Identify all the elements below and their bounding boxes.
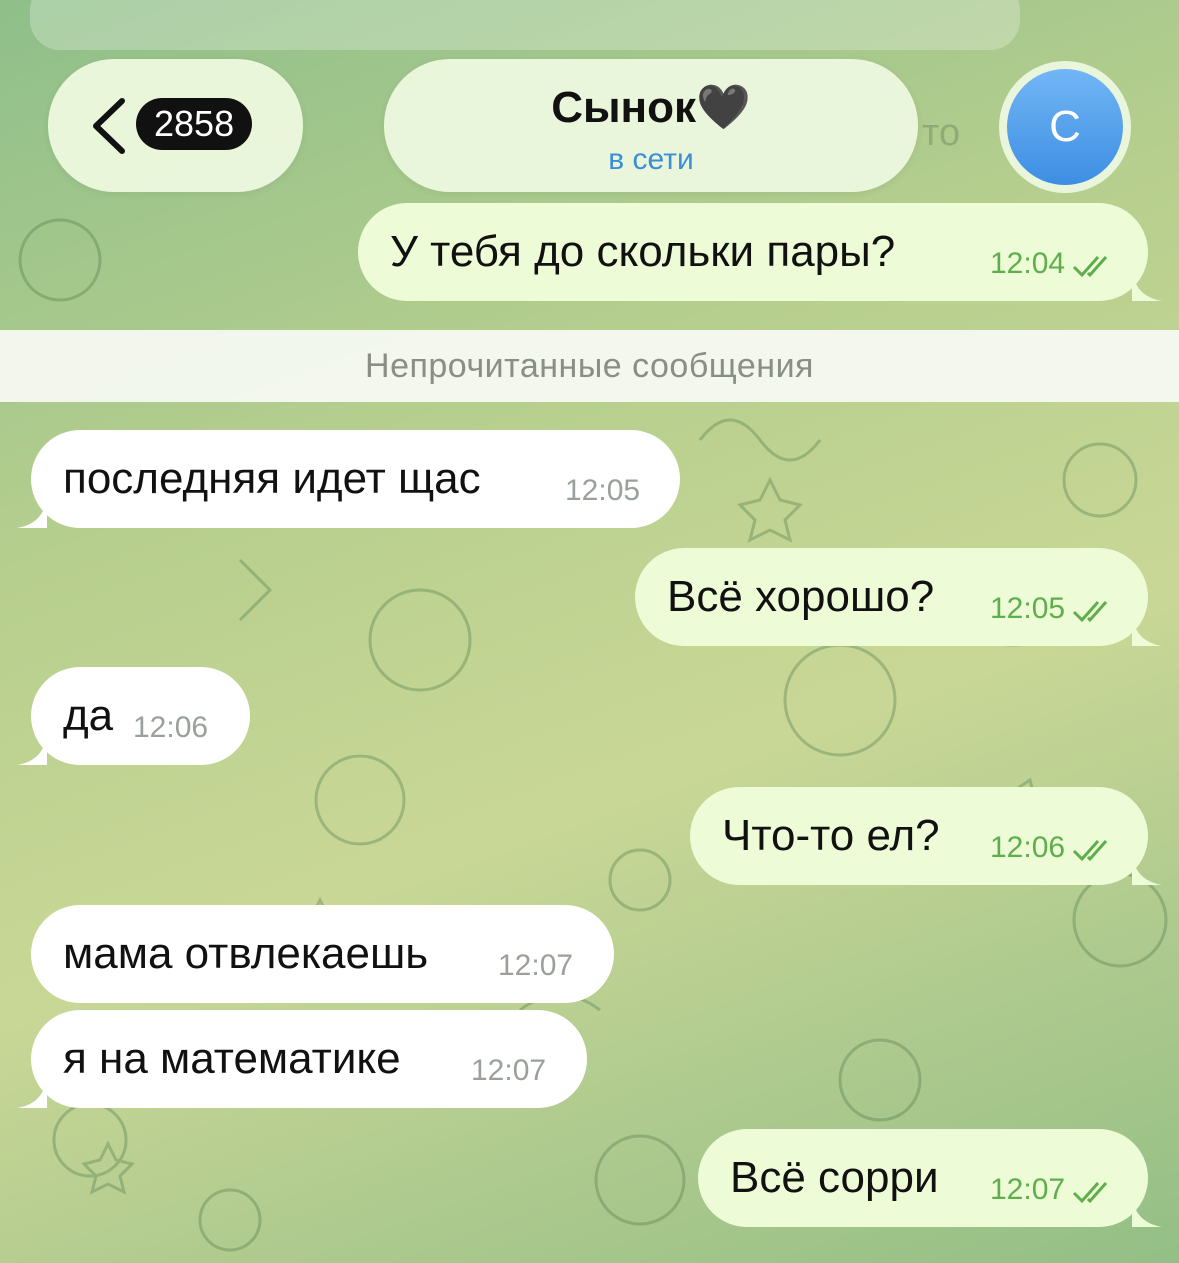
message-time: 12:06 [990, 831, 1066, 864]
chat-title: Сынок🖤 [551, 83, 751, 132]
message-time: 12:04 [990, 247, 1066, 280]
message-time: 12:07 [990, 1173, 1066, 1206]
message-time: 12:07 [498, 949, 574, 982]
message-bubble-outgoing[interactable]: Что-то ел? 12:06 [690, 787, 1162, 885]
online-status: в сети [608, 143, 694, 176]
double-check-icon [1072, 601, 1108, 623]
message-bubble-incoming[interactable]: я на математике 12:07 [17, 1010, 587, 1108]
bubble-tail [17, 735, 47, 765]
chevron-left-icon [93, 98, 125, 154]
back-button[interactable]: 2858 [48, 59, 303, 192]
double-check-icon [1072, 256, 1108, 278]
message-text: последняя идет щас [63, 454, 481, 503]
message-bubble-incoming[interactable]: мама отвлекаешь 12:07 [31, 905, 614, 1003]
message-text: мама отвлекаешь [63, 929, 429, 978]
message-text: У тебя до скольки пары? [390, 227, 896, 276]
bubble-tail [1132, 271, 1162, 301]
avatar: C [1007, 69, 1123, 185]
message-bubble-outgoing[interactable]: Всё хорошо? 12:05 [635, 548, 1162, 646]
message-text: Всё сорри [730, 1153, 939, 1202]
bubble-tail [1132, 616, 1162, 646]
message-bubble-outgoing[interactable]: У тебя до скольки пары? 12:04 [358, 203, 1162, 301]
message-text: я на математике [63, 1034, 401, 1083]
bubble-tail [17, 498, 47, 528]
message-time: 12:05 [565, 474, 641, 507]
bubble-tail [1132, 855, 1162, 885]
chat-header[interactable]: Сынок🖤 в сети [384, 59, 918, 192]
contact-avatar[interactable]: C [999, 61, 1131, 193]
unread-count-badge: 2858 [136, 98, 253, 150]
previous-message-ghost [30, 0, 1020, 50]
bubble-tail [1132, 1197, 1162, 1227]
message-bubble-incoming[interactable]: да 12:06 [17, 667, 250, 765]
message-text: Всё хорошо? [667, 572, 935, 621]
bubble-tail [17, 1078, 47, 1108]
double-check-icon [1072, 1182, 1108, 1204]
message-text: да [63, 691, 114, 740]
behind-header-text: то [922, 112, 961, 154]
double-check-icon [1072, 840, 1108, 862]
unread-messages-divider: Непрочитанные сообщения [0, 330, 1179, 402]
message-time: 12:06 [133, 711, 209, 744]
message-time: 12:05 [990, 592, 1066, 625]
message-bubble-incoming[interactable]: последняя идет щас 12:05 [17, 430, 680, 528]
message-text: Что-то ел? [722, 811, 940, 860]
message-bubble-outgoing[interactable]: Всё сорри 12:07 [698, 1129, 1162, 1227]
message-time: 12:07 [471, 1054, 547, 1087]
